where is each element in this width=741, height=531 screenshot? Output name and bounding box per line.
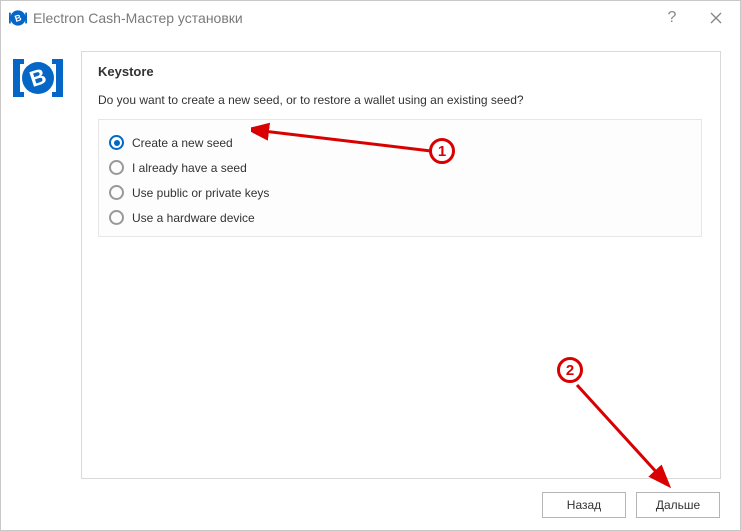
app-window: B Electron Cash - Мастер установки ? bbox=[0, 0, 741, 531]
panel-prompt: Do you want to create a new seed, or to … bbox=[98, 93, 704, 107]
next-button[interactable]: Дальше bbox=[636, 492, 720, 518]
back-button[interactable]: Назад bbox=[542, 492, 626, 518]
radio-icon bbox=[109, 135, 124, 150]
annotation-marker-1: 1 bbox=[429, 138, 455, 164]
help-button[interactable]: ? bbox=[650, 3, 694, 33]
brand-logo: B bbox=[13, 53, 63, 103]
option-hardware-device[interactable]: Use a hardware device bbox=[109, 205, 691, 230]
option-label: I already have a seed bbox=[132, 161, 247, 175]
option-create-new-seed[interactable]: Create a new seed bbox=[109, 130, 691, 155]
radio-icon bbox=[109, 185, 124, 200]
radio-icon bbox=[109, 210, 124, 225]
title-subtitle: Мастер установки bbox=[126, 10, 243, 26]
option-already-have-seed[interactable]: I already have a seed bbox=[109, 155, 691, 180]
option-label: Use public or private keys bbox=[132, 186, 269, 200]
body-area: B Keystore Do you want to create a new s… bbox=[1, 35, 740, 530]
radio-icon bbox=[109, 160, 124, 175]
option-label: Create a new seed bbox=[132, 136, 233, 150]
annotation-marker-2-label: 2 bbox=[566, 362, 574, 379]
option-use-keys[interactable]: Use public or private keys bbox=[109, 180, 691, 205]
title-app-name: Electron Cash bbox=[33, 10, 121, 26]
app-icon: B bbox=[9, 9, 27, 27]
titlebar: B Electron Cash - Мастер установки ? bbox=[1, 1, 740, 35]
keystore-options: Create a new seed I already have a seed … bbox=[98, 119, 702, 237]
option-label: Use a hardware device bbox=[132, 211, 255, 225]
panel-heading: Keystore bbox=[98, 64, 704, 79]
annotation-marker-1-label: 1 bbox=[438, 143, 446, 160]
close-button[interactable] bbox=[694, 3, 738, 33]
main-panel: Keystore Do you want to create a new see… bbox=[81, 51, 721, 479]
footer-buttons: Назад Дальше bbox=[542, 492, 720, 518]
annotation-marker-2: 2 bbox=[557, 357, 583, 383]
